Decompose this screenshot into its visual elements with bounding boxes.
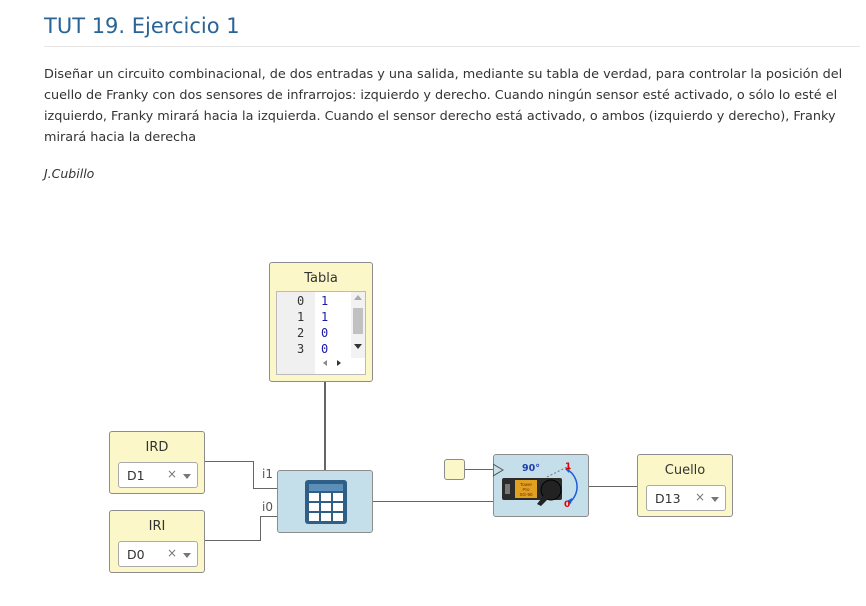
wire-ird-vertical bbox=[253, 461, 254, 489]
servo-icon: Tower Pro SG-90 bbox=[493, 463, 578, 506]
chevron-down-icon[interactable] bbox=[183, 553, 191, 558]
cuello-output-block[interactable]: Cuello D13 × bbox=[637, 454, 733, 517]
svg-text:SG-90: SG-90 bbox=[519, 492, 533, 497]
wire-iri-vertical bbox=[260, 516, 261, 541]
row-value[interactable]: 0 bbox=[321, 342, 328, 356]
wire-iri-horizontal bbox=[204, 540, 261, 541]
scroll-down-icon[interactable] bbox=[354, 344, 362, 349]
scroll-up-icon[interactable] bbox=[354, 295, 362, 300]
cuello-pin-value: D13 bbox=[655, 491, 681, 506]
wire-ird-horizontal bbox=[204, 461, 254, 462]
row-value[interactable]: 1 bbox=[321, 294, 328, 308]
page-title: TUT 19. Ejercicio 1 bbox=[44, 14, 240, 38]
servo-angle-label: 90° bbox=[522, 463, 540, 474]
row-value[interactable]: 0 bbox=[321, 326, 328, 340]
ird-title: IRD bbox=[145, 440, 169, 455]
iri-pin-value: D0 bbox=[127, 547, 145, 562]
row-index: 3 bbox=[297, 342, 305, 356]
input-label-i0: i0 bbox=[262, 500, 273, 514]
scroll-right-icon[interactable] bbox=[337, 360, 341, 366]
clear-icon[interactable]: × bbox=[695, 490, 705, 504]
row-index: 1 bbox=[297, 310, 305, 324]
row-index: 0 bbox=[297, 294, 305, 308]
author-name: J.Cubillo bbox=[44, 166, 95, 181]
clear-icon[interactable]: × bbox=[167, 546, 177, 560]
wire-enable-to-servo bbox=[465, 469, 494, 470]
truth-table-editor[interactable]: 0 1 1 1 2 0 3 0 bbox=[276, 291, 366, 375]
wire-servo-to-cuello bbox=[588, 486, 638, 487]
chevron-down-icon[interactable] bbox=[711, 497, 719, 502]
ird-input-block[interactable]: IRD D1 × bbox=[109, 431, 205, 494]
ird-pin-value: D1 bbox=[127, 468, 145, 483]
servo-value-1: 1 bbox=[565, 462, 572, 472]
chevron-down-icon[interactable] bbox=[183, 474, 191, 479]
iri-input-block[interactable]: IRI D0 × bbox=[109, 510, 205, 573]
wire-table-to-servo bbox=[372, 501, 494, 502]
servo-block[interactable]: Tower Pro SG-90 90° 1 0 bbox=[493, 454, 589, 517]
wire-tabla-to-table bbox=[324, 381, 326, 471]
scroll-left-icon[interactable] bbox=[323, 360, 327, 366]
ird-pin-select[interactable]: D1 × bbox=[118, 462, 198, 488]
truth-table-block[interactable] bbox=[277, 470, 373, 533]
cuello-title: Cuello bbox=[664, 463, 706, 478]
cuello-pin-select[interactable]: D13 × bbox=[646, 485, 726, 511]
tabla-title: Tabla bbox=[304, 271, 338, 286]
row-index: 2 bbox=[297, 326, 305, 340]
clear-icon[interactable]: × bbox=[167, 467, 177, 481]
iri-title: IRI bbox=[148, 519, 166, 534]
title-divider bbox=[44, 46, 860, 47]
input-label-i1: i1 bbox=[262, 467, 273, 481]
wire-iri-to-i0 bbox=[260, 516, 277, 517]
wire-ird-to-i1 bbox=[253, 488, 277, 489]
servo-value-0: 0 bbox=[564, 500, 571, 510]
vertical-scrollbar[interactable] bbox=[351, 292, 365, 358]
row-value[interactable]: 1 bbox=[321, 310, 328, 324]
exercise-description: Diseñar un circuito combinacional, de do… bbox=[44, 67, 843, 145]
servo-enable-input[interactable] bbox=[444, 459, 465, 480]
tabla-block[interactable]: Tabla 0 1 1 1 2 0 3 0 bbox=[269, 262, 373, 382]
iri-pin-select[interactable]: D0 × bbox=[118, 541, 198, 567]
scroll-thumb[interactable] bbox=[353, 308, 363, 334]
table-icon bbox=[305, 480, 347, 524]
